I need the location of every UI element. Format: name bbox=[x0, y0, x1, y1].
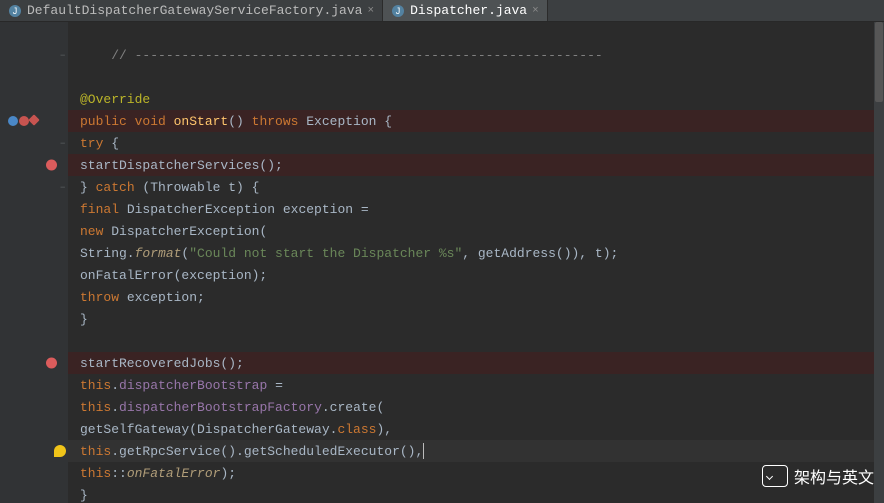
svg-text:J: J bbox=[13, 6, 18, 16]
fold-icon[interactable]: − bbox=[60, 51, 68, 59]
breakpoint-icon[interactable] bbox=[46, 358, 57, 369]
editor-tabs: J DefaultDispatcherGatewayServiceFactory… bbox=[0, 0, 884, 22]
close-icon[interactable]: × bbox=[367, 5, 374, 17]
caret bbox=[423, 443, 424, 459]
java-file-icon: J bbox=[8, 4, 22, 18]
tab-label: Dispatcher.java bbox=[410, 3, 527, 18]
scrollbar-thumb[interactable] bbox=[875, 22, 883, 102]
fold-icon[interactable]: − bbox=[60, 139, 68, 147]
breakpoint-icon[interactable] bbox=[46, 160, 57, 171]
intention-bulb-icon[interactable] bbox=[54, 445, 66, 457]
editor: − − − // -------------------------------… bbox=[0, 22, 884, 503]
fold-icon[interactable]: − bbox=[60, 183, 68, 191]
gutter[interactable]: − − − bbox=[0, 22, 68, 503]
java-file-icon: J bbox=[391, 4, 405, 18]
scrollbar[interactable] bbox=[874, 22, 884, 503]
close-icon[interactable]: × bbox=[532, 5, 539, 17]
tab-default-dispatcher-factory[interactable]: J DefaultDispatcherGatewayServiceFactory… bbox=[0, 0, 383, 21]
override-markers[interactable] bbox=[8, 116, 38, 126]
code-area[interactable]: // -------------------------------------… bbox=[68, 22, 884, 503]
tab-label: DefaultDispatcherGatewayServiceFactory.j… bbox=[27, 3, 362, 18]
svg-text:J: J bbox=[396, 6, 401, 16]
tab-dispatcher[interactable]: J Dispatcher.java × bbox=[383, 0, 548, 21]
